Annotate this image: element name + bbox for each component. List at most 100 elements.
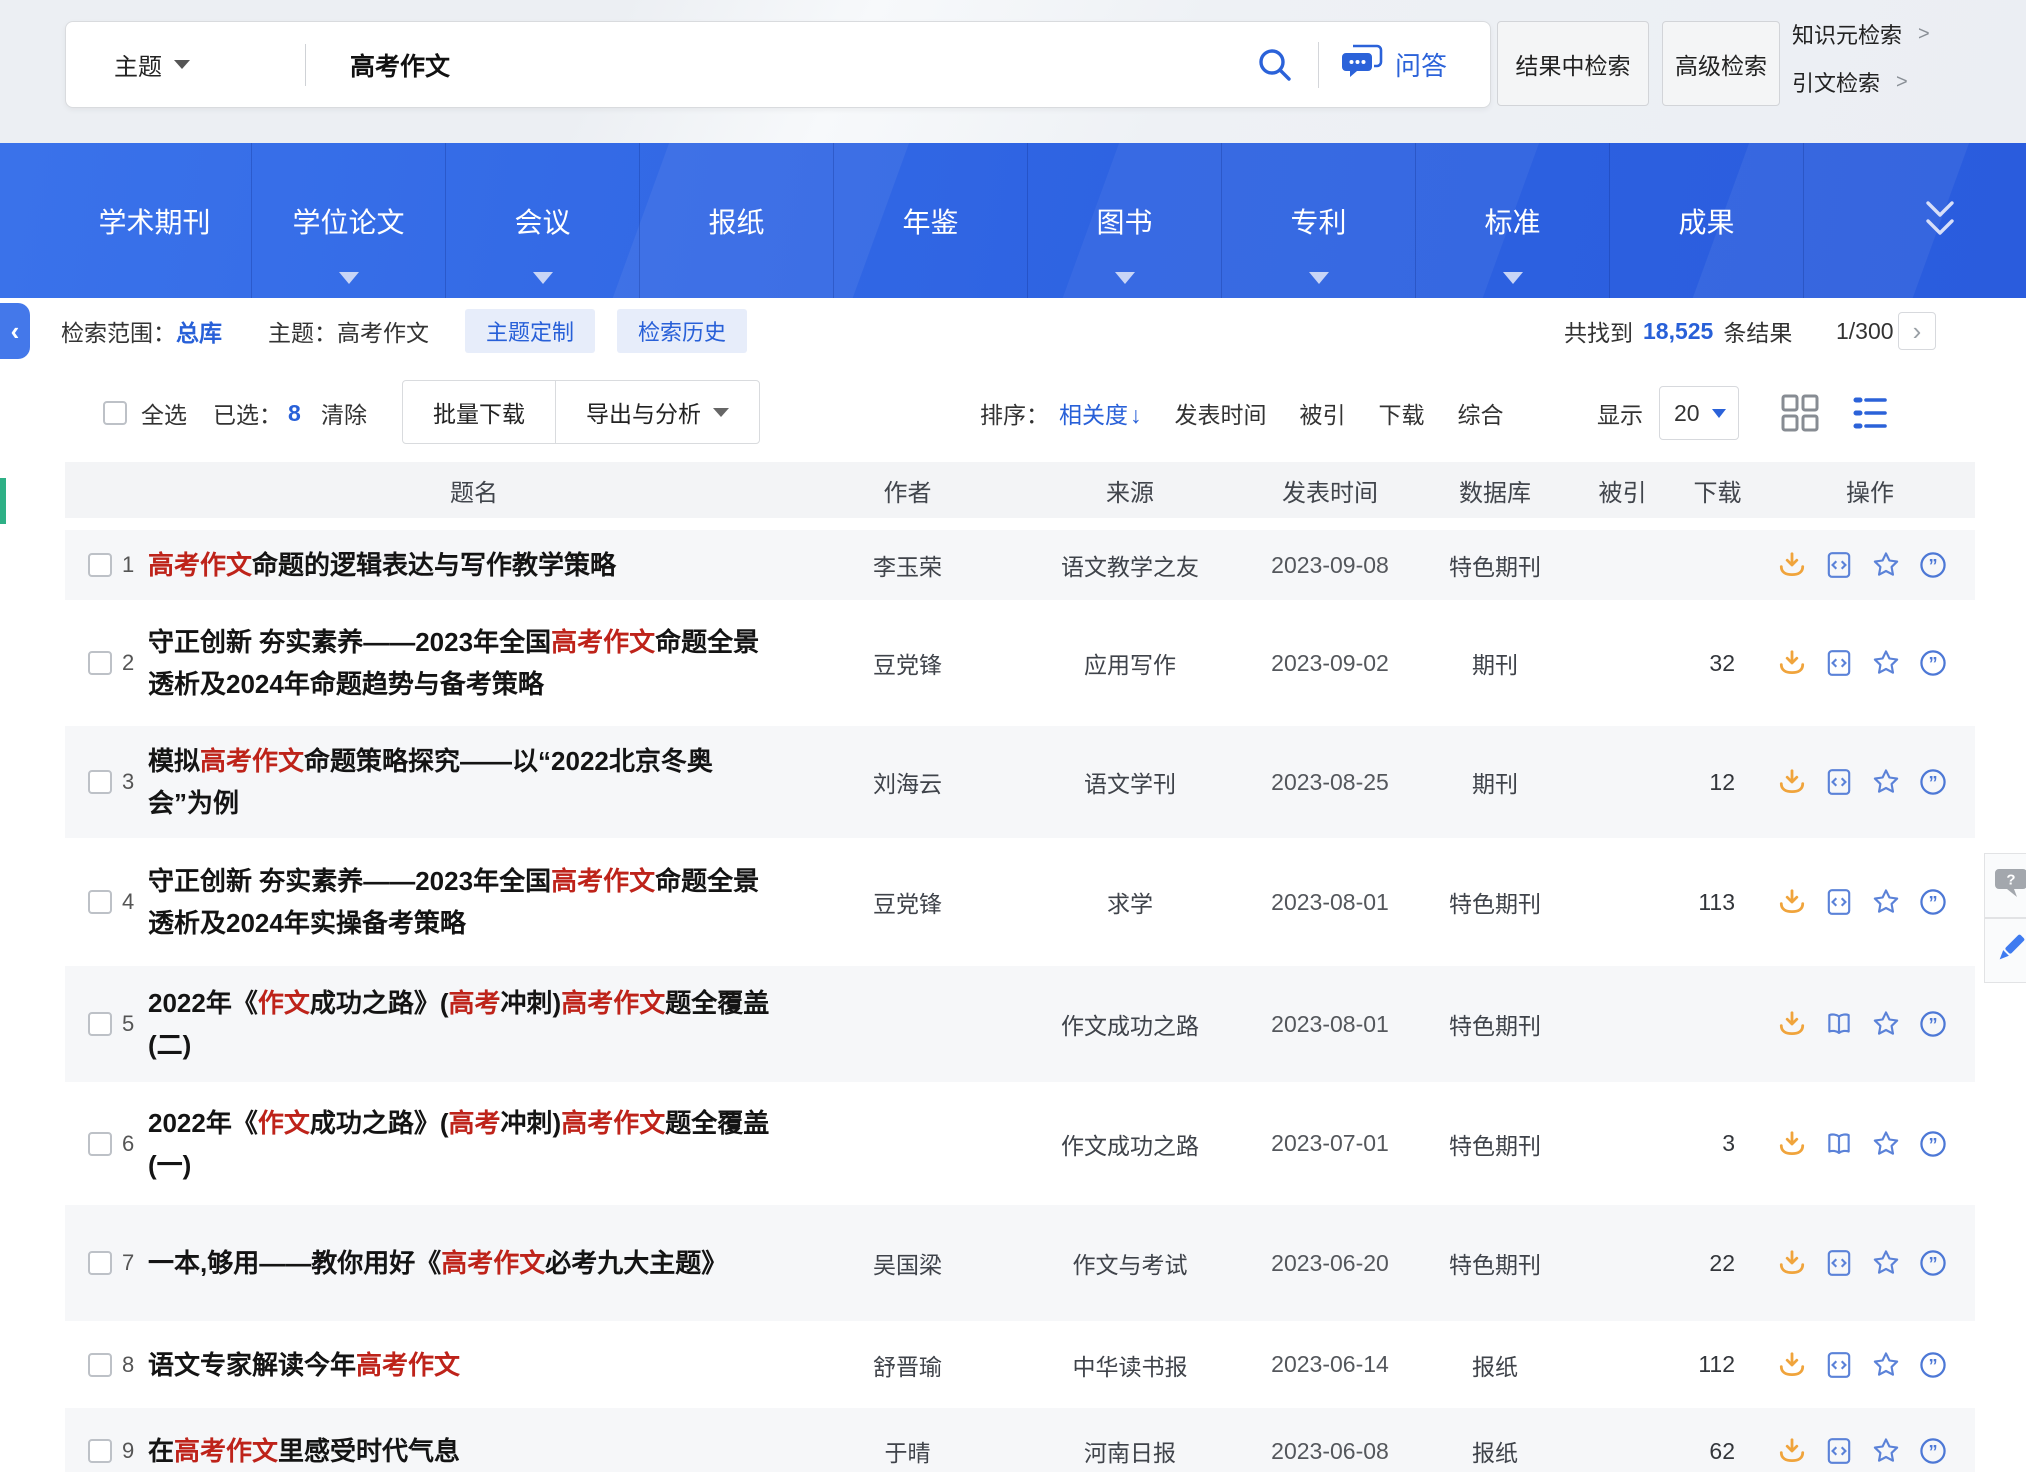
sort-option-3[interactable]: 下载 [1379, 396, 1425, 430]
collapse-sidebar-button[interactable]: ‹ [0, 303, 30, 359]
html-read-icon[interactable] [1824, 648, 1854, 678]
grid-view-icon[interactable] [1777, 390, 1823, 436]
download-icon[interactable] [1777, 648, 1807, 678]
topic-customize-button[interactable]: 主题定制 [465, 309, 595, 353]
nav-item-1[interactable]: 学位论文 [252, 143, 446, 298]
feedback-pen-button[interactable] [1984, 918, 2026, 983]
row-checkbox[interactable] [88, 1132, 112, 1156]
favorite-star-icon[interactable] [1871, 767, 1901, 797]
result-row: 8语文专家解读今年高考作文舒晋瑜中华读书报2023-06-14报纸112” [65, 1321, 1975, 1408]
cite-quote-icon[interactable]: ” [1918, 1248, 1948, 1278]
row-checkbox[interactable] [88, 1012, 112, 1036]
result-title-link[interactable]: 2022年《作文成功之路》(高考冲刺)高考作文题全覆盖(二) [148, 982, 800, 1066]
help-feedback-button[interactable]: ? [1984, 853, 2026, 918]
nav-item-7[interactable]: 标准 [1416, 143, 1610, 298]
download-icon[interactable] [1777, 767, 1807, 797]
download-icon[interactable] [1777, 1248, 1807, 1278]
download-icon[interactable] [1777, 887, 1807, 917]
batch-download-button[interactable]: 批量下载 [403, 381, 555, 443]
search-history-button[interactable]: 检索历史 [617, 309, 747, 353]
next-page-button[interactable]: › [1898, 312, 1936, 350]
favorite-star-icon[interactable] [1871, 1129, 1901, 1159]
row-number: 1 [122, 552, 134, 578]
sort-option-0[interactable]: 相关度↓ [1059, 396, 1142, 430]
result-title-link[interactable]: 守正创新 夯实素养——2023年全国高考作文命题全景透析及2024年实操备考策略 [148, 860, 800, 944]
html-read-icon[interactable] [1824, 550, 1854, 580]
nav-item-3[interactable]: 报纸 [640, 143, 834, 298]
select-all-checkbox[interactable] [103, 401, 127, 425]
cite-quote-icon[interactable]: ” [1918, 767, 1948, 797]
result-title-link[interactable]: 一本,够用——教你用好《高考作文必考九大主题》 [148, 1242, 800, 1284]
row-checkbox[interactable] [88, 651, 112, 675]
operations-cell: ” [1765, 887, 1975, 917]
page-size-select[interactable]: 20 [1659, 386, 1739, 440]
search-input[interactable] [348, 40, 1212, 90]
html-read-icon[interactable] [1824, 767, 1854, 797]
cite-quote-icon[interactable]: ” [1918, 1009, 1948, 1039]
read-book-icon[interactable] [1824, 1129, 1854, 1159]
cite-quote-icon[interactable]: ” [1918, 1129, 1948, 1159]
result-title-link[interactable]: 守正创新 夯实素养——2023年全国高考作文命题全景透析及2024年命题趋势与备… [148, 621, 800, 705]
sort-option-2[interactable]: 被引 [1300, 396, 1346, 430]
favorite-star-icon[interactable] [1871, 1436, 1901, 1466]
select-all-label[interactable]: 全选 [141, 396, 187, 430]
cite-quote-icon[interactable]: ” [1918, 1350, 1948, 1380]
download-icon[interactable] [1777, 550, 1807, 580]
row-checkbox[interactable] [88, 1353, 112, 1377]
scope-value[interactable]: 总库 [176, 314, 222, 348]
result-title-link[interactable]: 高考作文命题的逻辑表达与写作教学策略 [148, 544, 800, 586]
sort-option-1[interactable]: 发表时间 [1175, 396, 1267, 430]
row-checkbox[interactable] [88, 1439, 112, 1463]
export-analyze-button[interactable]: 导出与分析 [556, 381, 759, 443]
cite-quote-icon[interactable]: ” [1918, 648, 1948, 678]
download-icon[interactable] [1777, 1009, 1807, 1039]
search-field-selector[interactable]: 主题 [114, 22, 190, 107]
download-icon[interactable] [1777, 1350, 1807, 1380]
result-title-link[interactable]: 在高考作文里感受时代气息 [148, 1430, 800, 1472]
html-read-icon[interactable] [1824, 1350, 1854, 1380]
favorite-star-icon[interactable] [1871, 648, 1901, 678]
search-icon[interactable] [1254, 44, 1296, 86]
selected-count[interactable]: 8 [288, 400, 301, 427]
clear-selection-button[interactable]: 清除 [321, 364, 367, 462]
row-checkbox[interactable] [88, 1251, 112, 1275]
download-icon[interactable] [1777, 1129, 1807, 1159]
cite-quote-icon[interactable]: ” [1918, 1436, 1948, 1466]
cite-quote-icon[interactable]: ” [1918, 550, 1948, 580]
qa-button[interactable]: 问答 [1341, 22, 1447, 107]
html-read-icon[interactable] [1824, 1248, 1854, 1278]
row-checkbox[interactable] [88, 890, 112, 914]
nav-item-4[interactable]: 年鉴 [834, 143, 1028, 298]
favorite-star-icon[interactable] [1871, 1248, 1901, 1278]
row-checkbox[interactable] [88, 553, 112, 577]
download-icon[interactable] [1777, 1436, 1807, 1466]
sort-option-4[interactable]: 综合 [1458, 396, 1504, 430]
knowledge-element-search-link[interactable]: 知识元检索 > [1792, 18, 1930, 50]
html-read-icon[interactable] [1824, 887, 1854, 917]
nav-item-5[interactable]: 图书 [1028, 143, 1222, 298]
date-cell: 2023-08-25 [1245, 769, 1415, 796]
title-text: 在 [148, 1436, 174, 1466]
favorite-star-icon[interactable] [1871, 550, 1901, 580]
html-read-icon[interactable] [1824, 1436, 1854, 1466]
favorite-star-icon[interactable] [1871, 887, 1901, 917]
read-book-icon[interactable] [1824, 1009, 1854, 1039]
nav-item-6[interactable]: 专利 [1222, 143, 1416, 298]
highlighted-keyword: 高考作文 [174, 1436, 278, 1466]
result-title-link[interactable]: 语文专家解读今年高考作文 [148, 1344, 800, 1386]
result-title-link[interactable]: 2022年《作文成功之路》(高考冲刺)高考作文题全覆盖(一) [148, 1102, 800, 1186]
result-title-link[interactable]: 模拟高考作文命题策略探究——以“2022北京冬奥会”为例 [148, 740, 800, 824]
advanced-search-button[interactable]: 高级检索 [1662, 21, 1780, 106]
nav-item-8[interactable]: 成果 [1610, 143, 1804, 298]
nav-item-2[interactable]: 会议 [446, 143, 640, 298]
chevron-down-icon [1712, 409, 1726, 418]
cite-quote-icon[interactable]: ” [1918, 887, 1948, 917]
list-view-icon[interactable] [1847, 390, 1893, 436]
favorite-star-icon[interactable] [1871, 1350, 1901, 1380]
row-checkbox[interactable] [88, 770, 112, 794]
search-in-results-button[interactable]: 结果中检索 [1497, 21, 1649, 106]
expand-nav-icon[interactable] [1914, 193, 1966, 250]
citation-search-link[interactable]: 引文检索 > [1792, 66, 1930, 98]
nav-item-0[interactable]: 学术期刊 [58, 143, 252, 298]
favorite-star-icon[interactable] [1871, 1009, 1901, 1039]
